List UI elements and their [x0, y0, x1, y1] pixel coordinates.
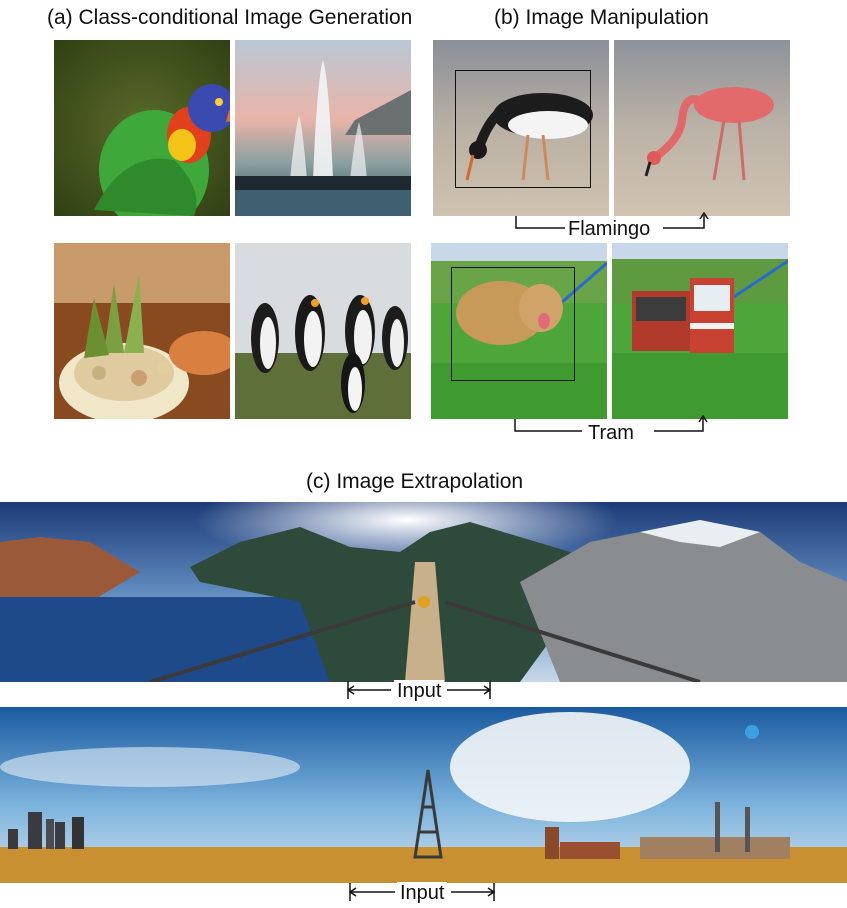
- manipulation-output-tram-image: [612, 243, 788, 419]
- extrapolation-city-panorama: [0, 707, 847, 883]
- section-b-title: (b) Image Manipulation: [494, 6, 709, 29]
- section-c-title: (c) Image Extrapolation: [306, 470, 524, 493]
- input-label-1: Input: [394, 680, 445, 702]
- flamingo-label: Flamingo: [565, 218, 654, 240]
- generated-fountain-image: [235, 40, 411, 216]
- manipulation-input-bird-image: [433, 40, 609, 216]
- section-a-title: (a) Class-conditional Image Generation: [47, 6, 413, 29]
- extrapolation-mountain-panorama: [0, 502, 847, 682]
- generated-parrot-image: [54, 40, 230, 216]
- bounding-box: [455, 70, 591, 188]
- manipulation-input-dog-image: [431, 243, 607, 419]
- bounding-box: [451, 267, 575, 381]
- manipulation-output-flamingo-image: [614, 40, 790, 216]
- generated-food-image: [54, 243, 230, 419]
- input-label-2: Input: [397, 882, 448, 904]
- generated-penguins-image: [235, 243, 411, 419]
- tram-label: Tram: [585, 422, 637, 444]
